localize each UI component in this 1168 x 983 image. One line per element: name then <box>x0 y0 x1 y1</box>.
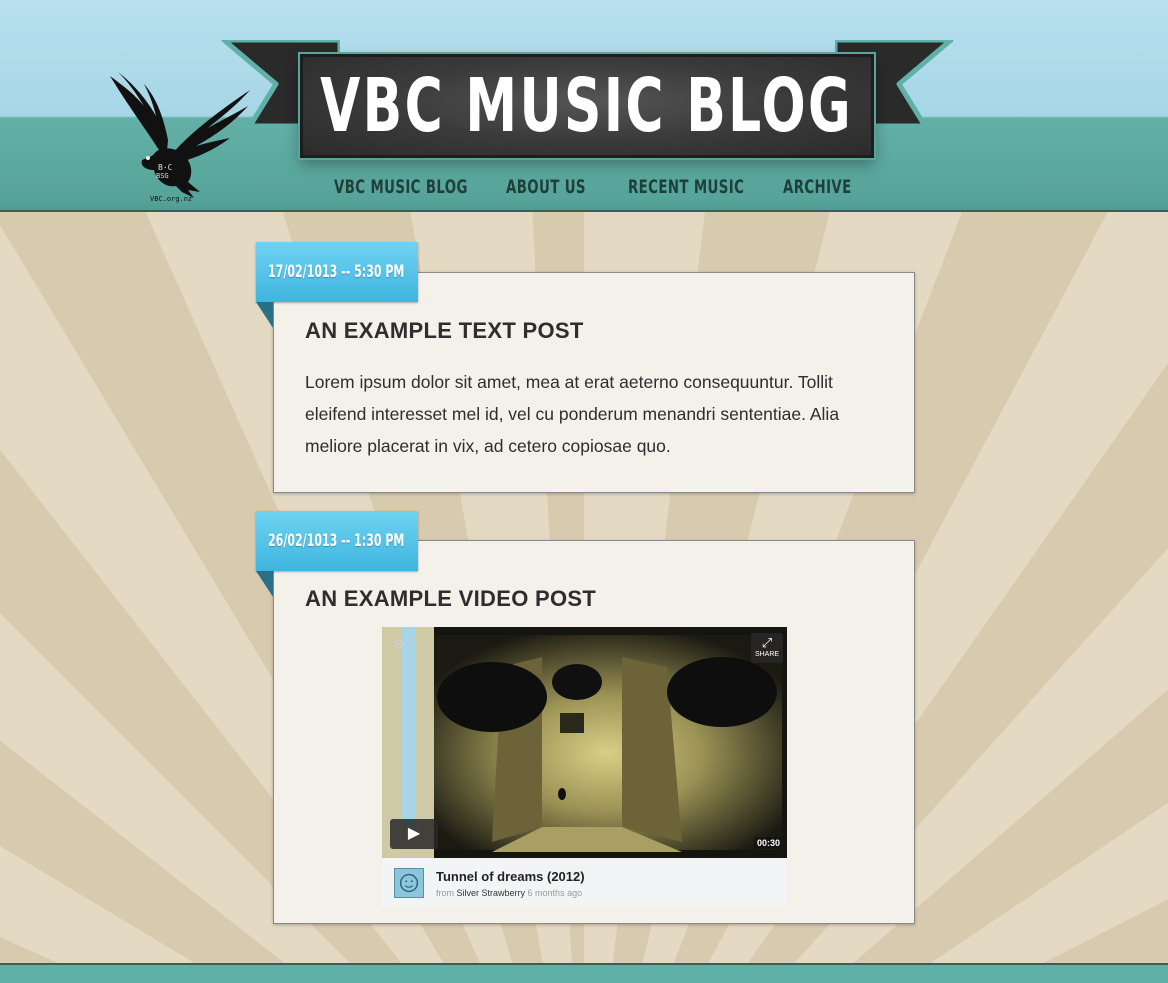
video-still <box>382 627 787 858</box>
video-embed[interactable]: ⚙ ⤢ SHARE ▶ 00:30 Tunnel of dreams (2012… <box>382 627 787 905</box>
site-title[interactable]: VBC MUSIC BLOG <box>321 69 854 143</box>
nav-item-recent-music[interactable]: RECENT MUSIC <box>628 176 744 198</box>
svg-text:B·C: B·C <box>158 163 173 172</box>
video-meta: from Silver Strawberry 6 months ago <box>436 888 582 898</box>
video-info-bar: Tunnel of dreams (2012) from Silver Stra… <box>382 858 787 905</box>
logo-caption: VBC.org.nz <box>150 195 193 203</box>
date-tab-fold <box>256 571 273 597</box>
text-post: AN EXAMPLE TEXT POST Lorem ipsum dolor s… <box>273 272 915 493</box>
title-banner: VBC MUSIC BLOG <box>220 36 955 166</box>
avatar[interactable] <box>394 868 424 898</box>
banner-panel: VBC MUSIC BLOG <box>300 54 874 158</box>
video-thumbnail[interactable]: ⚙ ⤢ SHARE ▶ 00:30 <box>382 627 787 858</box>
nav-item-archive[interactable]: ARCHIVE <box>783 176 852 198</box>
post-body: Lorem ipsum dolor sit amet, mea at erat … <box>305 372 840 456</box>
post-date-tab: 26/02/1013 -- 1:30 PM <box>256 511 418 571</box>
post-title[interactable]: AN EXAMPLE TEXT POST <box>305 318 584 344</box>
post-date-tab: 17/02/1013 -- 5:30 PM <box>256 242 418 302</box>
post-date: 26/02/1013 -- 1:30 PM <box>268 531 405 551</box>
share-label: SHARE <box>754 651 780 658</box>
main-nav: VBC MUSIC BLOG ABOUT US RECENT MUSIC ARC… <box>300 176 880 208</box>
video-duration: 00:30 <box>753 837 783 849</box>
video-age: 6 months ago <box>527 888 583 898</box>
share-button[interactable]: ⤢ SHARE <box>751 633 783 663</box>
play-icon[interactable]: ▶ <box>390 819 438 849</box>
post-title[interactable]: AN EXAMPLE VIDEO POST <box>305 586 596 612</box>
post-date: 17/02/1013 -- 5:30 PM <box>268 262 405 282</box>
video-title[interactable]: Tunnel of dreams (2012) <box>436 869 585 884</box>
gear-icon[interactable]: ⚙ <box>390 635 408 653</box>
svg-text:BSG: BSG <box>156 172 169 180</box>
date-tab-fold <box>256 302 273 328</box>
nav-item-about-us[interactable]: ABOUT US <box>506 176 586 198</box>
video-author-link[interactable]: Silver Strawberry <box>457 888 526 898</box>
video-post: AN EXAMPLE VIDEO POST ⚙ ⤢ SHARE ▶ 00:30 … <box>273 540 915 924</box>
site-header: B·C BSG VBC.org.nz VBC MUSIC BLOG VBC MU… <box>0 0 1168 212</box>
video-from-label: from <box>436 888 454 898</box>
nav-item-vbc-music-blog[interactable]: VBC MUSIC BLOG <box>334 176 468 198</box>
share-icon: ⤢ <box>761 635 773 650</box>
footer-bar <box>0 963 1168 983</box>
